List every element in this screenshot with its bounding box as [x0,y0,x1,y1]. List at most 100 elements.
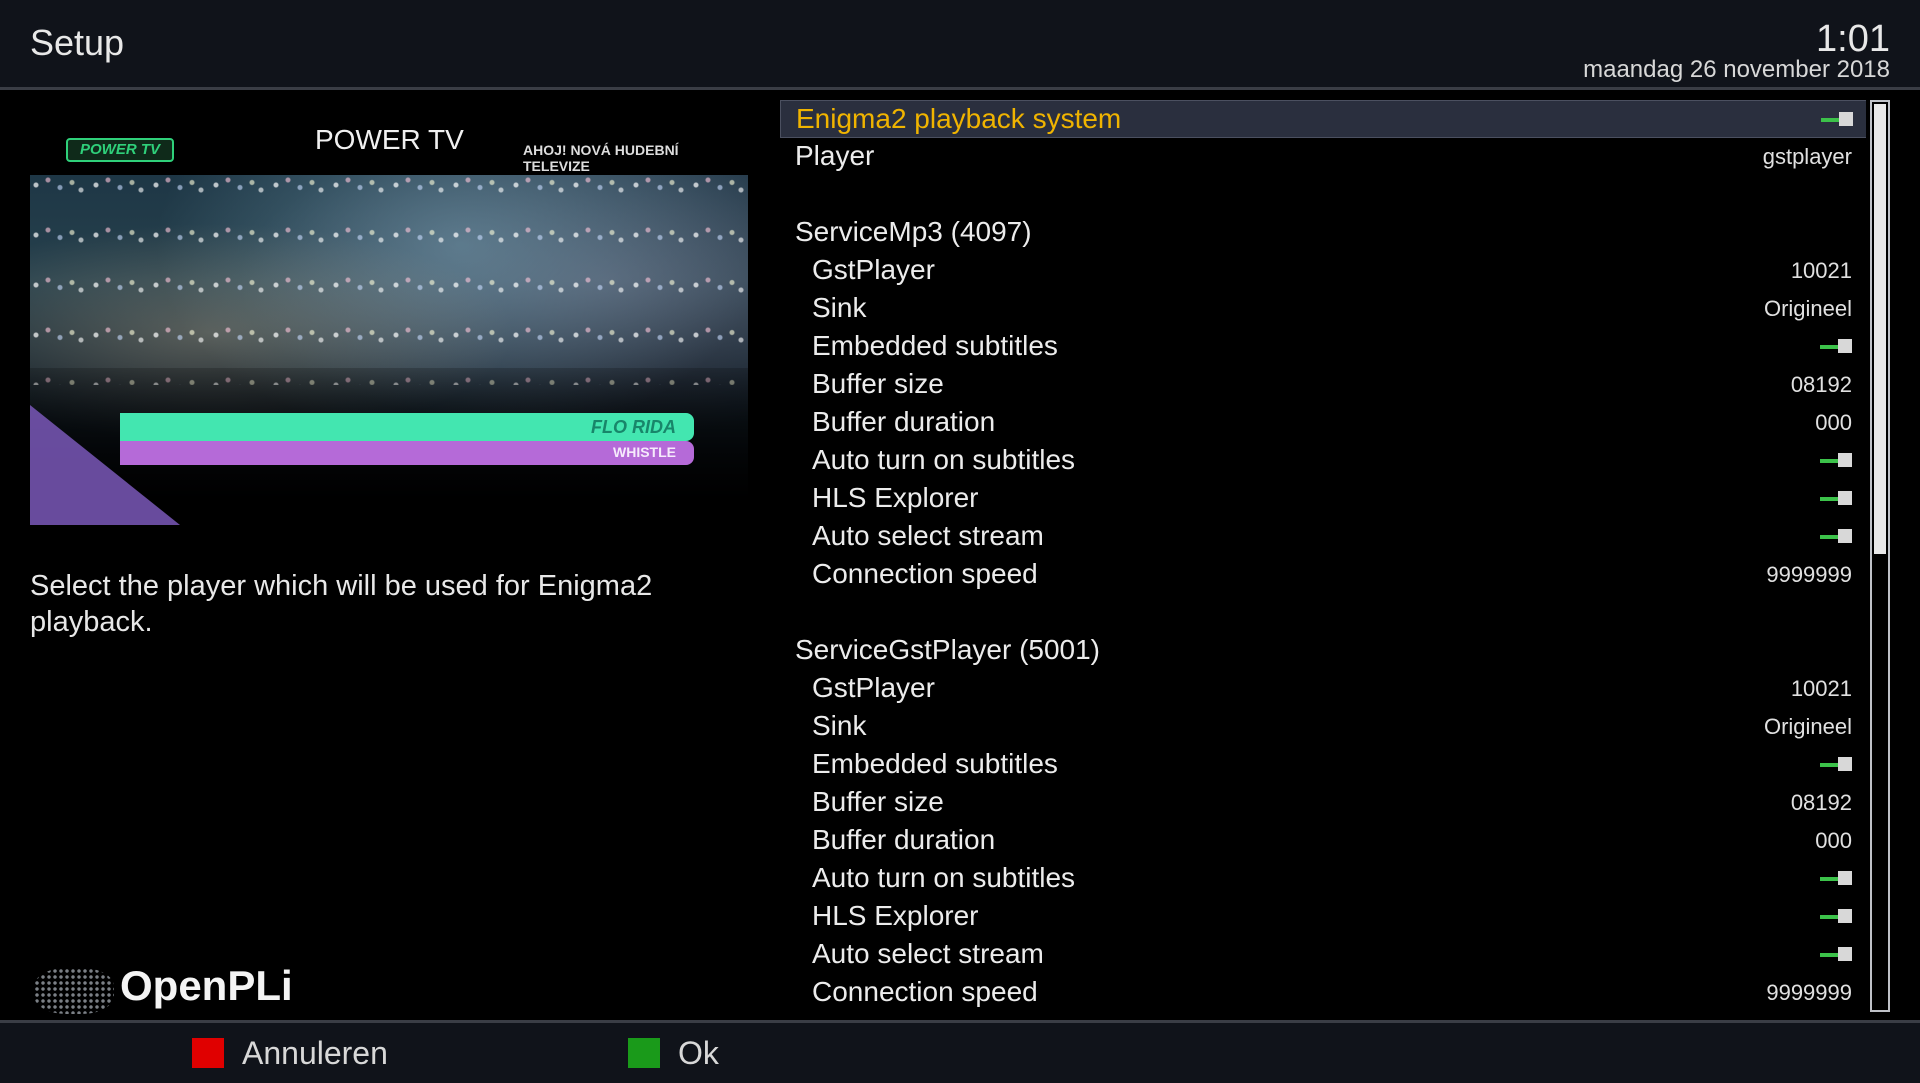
toggle-knob [1838,339,1852,353]
config-value: Origineel [1763,714,1852,739]
toggle-knob [1838,491,1852,505]
config-row[interactable]: Embedded subtitles [780,746,1866,782]
section-header: ServiceMp3 (4097) [780,214,1866,250]
config-row[interactable]: Sink Origineel [780,290,1866,326]
channel-logo: POWER TV [66,138,174,162]
config-value: 08192 [1790,790,1852,815]
config-label: Auto turn on subtitles [812,444,1076,475]
toggle-switch-icon[interactable] [1820,947,1852,963]
scrollbar[interactable] [1870,100,1890,1012]
green-key-icon [628,1038,660,1068]
config-row[interactable]: Player gstplayer [780,138,1866,174]
config-label: HLS Explorer [812,482,979,513]
globe-icon [34,968,114,1014]
toggle-switch-icon[interactable] [1820,453,1852,469]
video-confetti [30,175,748,385]
config-row[interactable]: Buffer size 08192 [780,366,1866,402]
channel-name: POWER TV [315,124,464,155]
config-row[interactable]: Embedded subtitles [780,328,1866,364]
config-row[interactable]: Auto turn on subtitles [780,442,1866,478]
config-label: Auto turn on subtitles [812,862,1076,893]
config-row[interactable]: GstPlayer 10021 [780,670,1866,706]
page-title: Setup [30,22,125,63]
toggle-track [1820,535,1838,539]
cancel-label: Annuleren [242,1035,388,1071]
toggle-knob [1839,112,1853,126]
config-value: 9999999 [1766,980,1852,1005]
toggle-switch-icon[interactable] [1820,491,1852,507]
toggle-knob [1838,529,1852,543]
song-title: WHISTLE [613,444,676,460]
toggle-switch-icon[interactable] [1820,529,1852,545]
artist-name: FLO RIDA [591,417,676,437]
config-label: Embedded subtitles [812,330,1058,361]
clock: 1:01 [1816,18,1890,60]
scrollbar-thumb[interactable] [1874,104,1886,554]
toggle-track [1820,915,1838,919]
toggle-switch-icon[interactable] [1821,112,1853,128]
toggle-track [1820,497,1838,501]
toggle-switch-icon[interactable] [1820,757,1852,773]
config-row[interactable]: Auto turn on subtitles [780,860,1866,896]
config-row[interactable]: HLS Explorer [780,480,1866,516]
artist-banner: FLO RIDA [120,413,694,441]
config-value: 000 [1815,828,1852,853]
config-label: Enigma2 playback system [796,103,1122,134]
config-label: Auto select stream [812,938,1044,969]
toggle-track [1820,459,1838,463]
title-bar: Setup 1:01 maandag 26 november 2018 [0,0,1920,90]
config-label: Sink [812,710,867,741]
config-row[interactable]: Connection speed 9999999 [780,974,1866,1010]
button-bar: Annuleren Ok [0,1020,1920,1083]
config-row[interactable]: HLS Explorer [780,898,1866,934]
toggle-knob [1838,909,1852,923]
channel-tagline: AHOJ! NOVÁ HUDEBNÍ TELEVIZE [523,142,679,174]
toggle-switch-icon[interactable] [1820,871,1852,887]
toggle-knob [1838,757,1852,771]
section-label: ServiceGstPlayer (5001) [795,634,1101,665]
config-row[interactable]: GstPlayer 10021 [780,252,1866,288]
toggle-knob [1838,871,1852,885]
config-label: Buffer duration [812,824,996,855]
config-row[interactable]: Buffer duration 000 [780,822,1866,858]
config-value: 9999999 [1766,562,1852,587]
toggle-track [1820,877,1838,881]
brand-name: OpenPLi [120,962,293,1009]
config-row[interactable]: Connection speed 9999999 [780,556,1866,592]
date: maandag 26 november 2018 [1583,56,1890,83]
config-label: Embedded subtitles [812,748,1058,779]
config-row[interactable]: Buffer size 08192 [780,784,1866,820]
config-label: HLS Explorer [812,900,979,931]
config-row[interactable]: Auto select stream [780,936,1866,972]
config-label: GstPlayer [812,672,935,703]
config-label: Sink [812,292,867,323]
config-value: Origineel [1763,296,1852,321]
config-label: Buffer duration [812,406,996,437]
config-label: Buffer size [812,786,944,817]
config-value: gstplayer [1762,144,1852,169]
config-label: Player [795,140,875,171]
config-label: GstPlayer [812,254,935,285]
video-frame: FLO RIDA WHISTLE [30,175,748,525]
tv-preview: POWER TV POWER TV AHOJ! NOVÁ HUDEBNÍ TEL… [30,120,748,525]
toggle-track [1820,953,1838,957]
config-row[interactable]: Enigma2 playback system [780,100,1866,138]
config-list[interactable]: Enigma2 playback system Player gstplayer Se… [780,100,1866,1015]
ok-label: Ok [678,1035,719,1071]
help-description: Select the player which will be used for… [30,570,653,638]
toggle-knob [1838,947,1852,961]
section-label: ServiceMp3 (4097) [795,216,1032,247]
config-row[interactable]: Auto select stream [780,518,1866,554]
toggle-switch-icon[interactable] [1820,339,1852,355]
config-label: Connection speed [812,558,1038,589]
config-value: 10021 [1790,676,1852,701]
toggle-switch-icon[interactable] [1820,909,1852,925]
config-label: Connection speed [812,976,1038,1007]
config-value: 000 [1815,410,1852,435]
config-row[interactable]: Buffer duration 000 [780,404,1866,440]
toggle-track [1820,763,1838,767]
toggle-knob [1838,453,1852,467]
section-header: ServiceGstPlayer (5001) [780,632,1866,668]
config-row[interactable]: Sink Origineel [780,708,1866,744]
